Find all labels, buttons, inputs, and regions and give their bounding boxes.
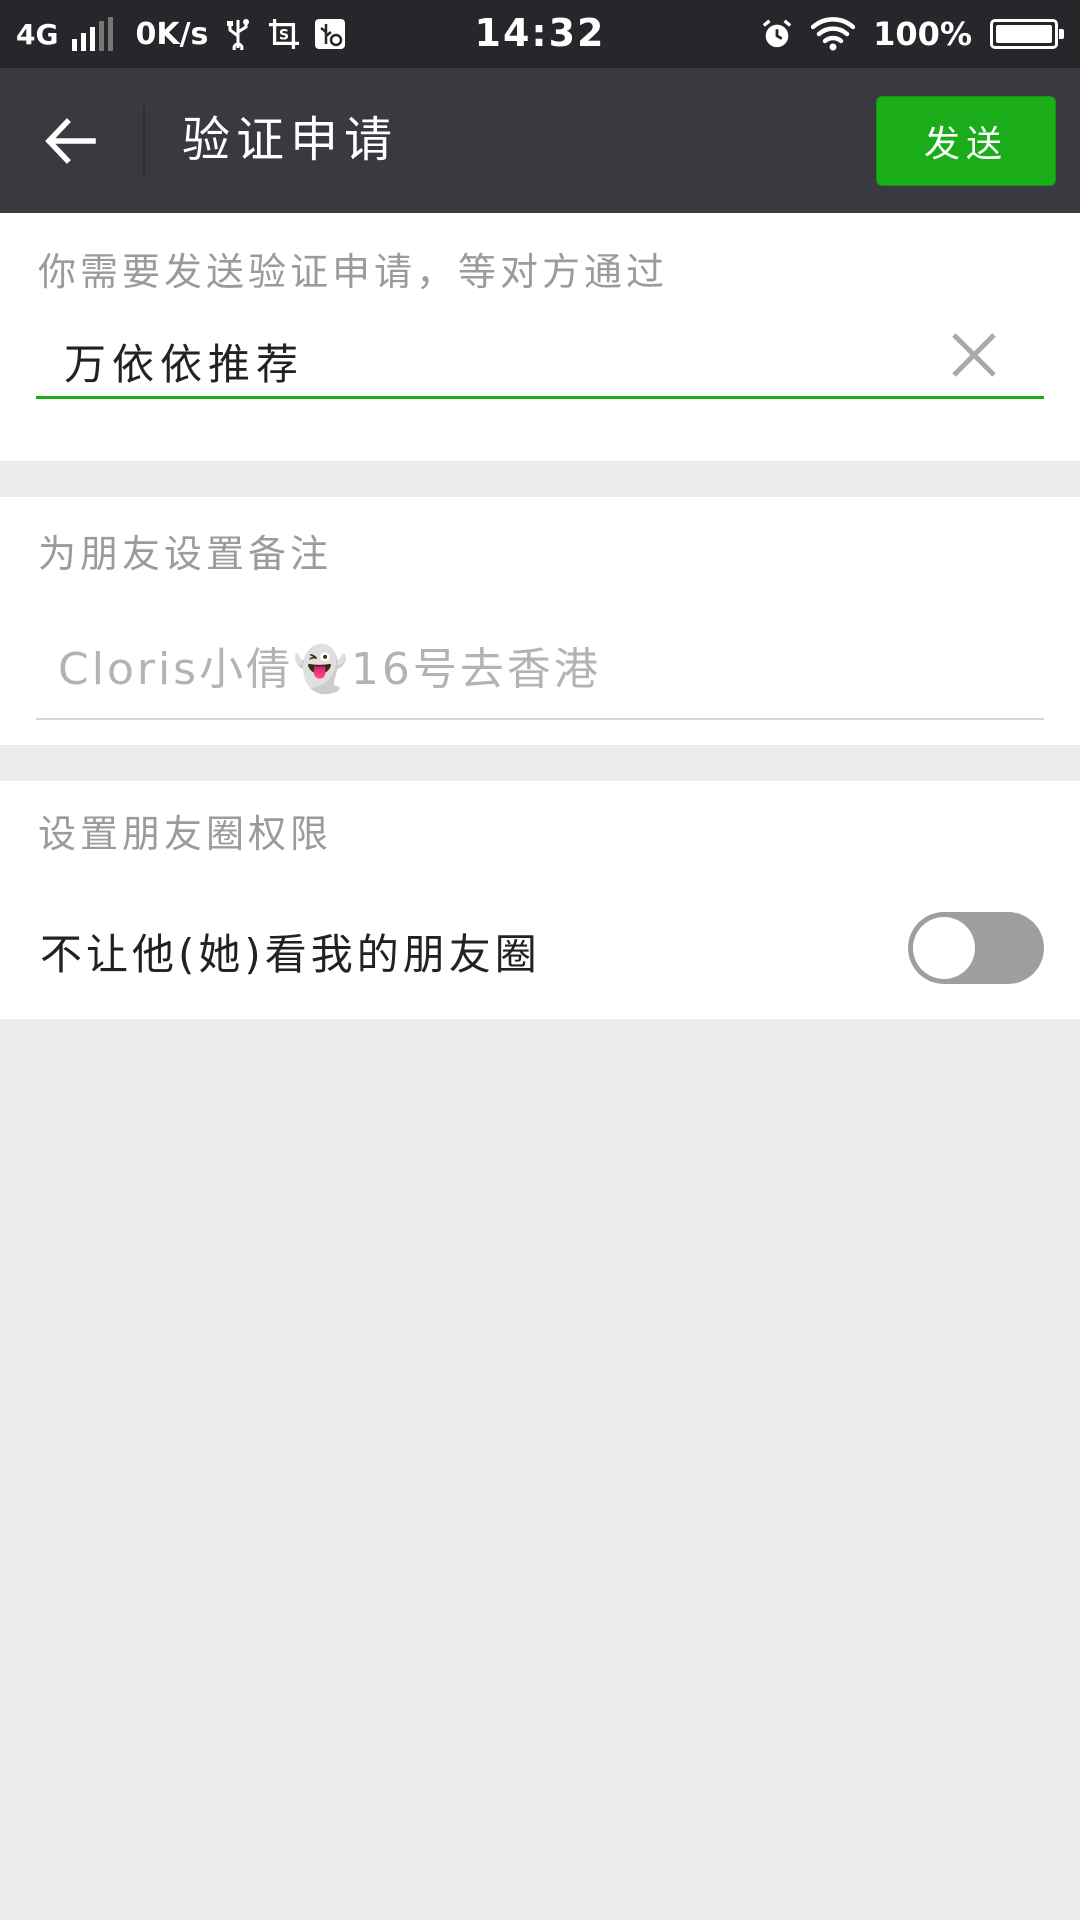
hide-moments-label: 不让他(她)看我的朋友圈: [40, 930, 541, 979]
verify-message-value: 万依依推荐: [64, 340, 305, 389]
arrow-left-icon: [45, 118, 96, 164]
close-icon: [952, 333, 996, 377]
wifi-icon: [811, 17, 856, 51]
battery-icon: [990, 19, 1064, 49]
title-divider: [143, 106, 145, 176]
toggle-knob: [913, 917, 975, 979]
moments-section: 设置朋友圈权限 不让他(她)看我的朋友圈: [0, 781, 1080, 1019]
clear-button[interactable]: [946, 327, 1002, 383]
verify-label: 你需要发送验证申请，等对方通过: [38, 250, 669, 294]
title-bar: 验证申请 发送: [0, 68, 1080, 213]
hide-moments-toggle[interactable]: [908, 912, 1044, 984]
remark-label: 为朋友设置备注: [38, 532, 333, 576]
status-right: 100%: [761, 0, 1064, 68]
verify-section: 你需要发送验证申请，等对方通过 万依依推荐: [0, 213, 1080, 461]
alarm-icon: [761, 18, 793, 50]
moments-label: 设置朋友圈权限: [38, 812, 333, 856]
remark-section: 为朋友设置备注 Cloris小倩👻16号去香港: [0, 497, 1080, 745]
verify-message-input[interactable]: 万依依推荐: [36, 313, 1044, 399]
remark-placeholder: Cloris小倩👻16号去香港: [58, 644, 601, 695]
back-button[interactable]: [30, 100, 112, 182]
battery-percent: 100%: [873, 15, 972, 53]
send-button[interactable]: 发送: [876, 96, 1056, 186]
remark-input[interactable]: Cloris小倩👻16号去香港: [36, 597, 1044, 720]
page-title: 验证申请: [182, 112, 399, 168]
status-bar: 4G 0K/s S 14:32 100%: [0, 0, 1080, 68]
